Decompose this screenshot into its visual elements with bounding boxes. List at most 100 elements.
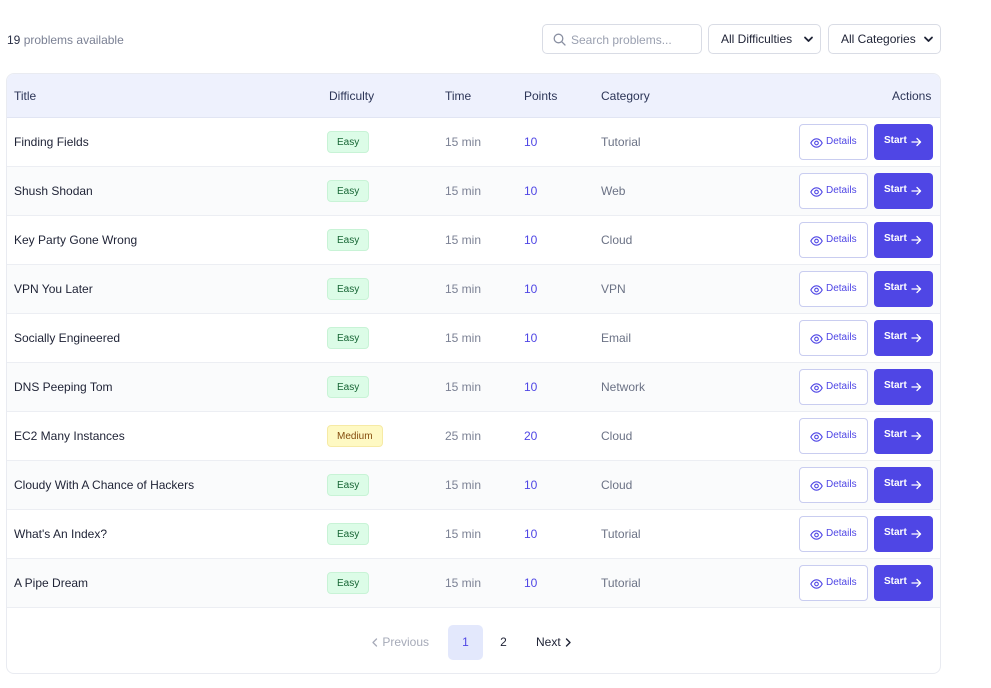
problems-table: Title Difficulty Time Points Category Ac… bbox=[6, 73, 941, 674]
difficulty-select-value: All Difficulties bbox=[721, 32, 793, 46]
details-button[interactable]: Details bbox=[799, 369, 868, 405]
details-button[interactable]: Details bbox=[799, 222, 868, 258]
eye-icon bbox=[810, 187, 823, 197]
start-label: Start bbox=[884, 331, 907, 342]
details-label: Details bbox=[826, 136, 857, 147]
details-button[interactable]: Details bbox=[799, 516, 868, 552]
details-button[interactable]: Details bbox=[799, 418, 868, 454]
eye-icon bbox=[810, 285, 823, 295]
column-header-points[interactable]: Points bbox=[524, 89, 557, 103]
problem-time: 15 min bbox=[445, 478, 482, 492]
difficulty-badge: Easy bbox=[327, 523, 370, 545]
previous-page-button[interactable]: Previous bbox=[371, 635, 429, 649]
arrow-right-icon bbox=[911, 529, 922, 539]
eye-icon bbox=[810, 138, 823, 148]
search-input[interactable] bbox=[571, 30, 697, 49]
eye-icon bbox=[810, 481, 823, 491]
table-header: Title Difficulty Time Points Category Ac… bbox=[7, 74, 940, 118]
table-row: Socially Engineered Easy 15 min 10 Email Deta… bbox=[7, 314, 940, 363]
start-button[interactable]: Start bbox=[874, 222, 933, 258]
start-button[interactable]: Start bbox=[874, 467, 933, 503]
column-header-title[interactable]: Title bbox=[14, 89, 36, 103]
search-box[interactable] bbox=[542, 24, 702, 54]
details-button[interactable]: Details bbox=[799, 467, 868, 503]
arrow-right-icon bbox=[911, 480, 922, 490]
next-page-button[interactable]: Next bbox=[536, 635, 572, 649]
previous-page-label: Previous bbox=[382, 635, 430, 649]
column-header-actions: Actions bbox=[892, 89, 932, 103]
details-label: Details bbox=[826, 430, 857, 441]
eye-icon bbox=[810, 579, 823, 589]
arrow-right-icon bbox=[911, 186, 922, 196]
problem-category: Email bbox=[601, 331, 632, 345]
details-label: Details bbox=[826, 577, 857, 588]
problem-category: Network bbox=[601, 380, 646, 394]
difficulty-badge: Easy bbox=[327, 180, 370, 202]
start-label: Start bbox=[884, 233, 907, 244]
problem-title: DNS Peeping Tom bbox=[14, 380, 113, 394]
difficulty-badge: Easy bbox=[327, 327, 370, 349]
next-page-label: Next bbox=[536, 635, 561, 649]
difficulty-badge: Easy bbox=[327, 278, 370, 300]
arrow-right-icon bbox=[911, 137, 922, 147]
problem-points: 10 bbox=[524, 527, 538, 541]
start-button[interactable]: Start bbox=[874, 320, 933, 356]
start-button[interactable]: Start bbox=[874, 124, 933, 160]
details-button[interactable]: Details bbox=[799, 173, 868, 209]
problem-points: 10 bbox=[524, 576, 538, 590]
details-label: Details bbox=[826, 234, 857, 245]
table-row: EC2 Many Instances Medium 25 min 20 Cloud Det… bbox=[7, 412, 940, 461]
start-label: Start bbox=[884, 478, 907, 489]
arrow-right-icon bbox=[911, 284, 922, 294]
search-icon bbox=[553, 33, 566, 46]
start-button[interactable]: Start bbox=[874, 516, 933, 552]
problem-time: 15 min bbox=[445, 331, 482, 345]
details-label: Details bbox=[826, 381, 857, 392]
table-row: Key Party Gone Wrong Easy 15 min 10 Cloud Det… bbox=[7, 216, 940, 265]
start-button[interactable]: Start bbox=[874, 565, 933, 601]
problem-category: Cloud bbox=[601, 478, 633, 492]
details-button[interactable]: Details bbox=[799, 124, 868, 160]
difficulty-badge: Easy bbox=[327, 229, 370, 251]
problem-time: 15 min bbox=[445, 184, 482, 198]
problem-time: 15 min bbox=[445, 233, 482, 247]
problems-count-number: 19 bbox=[7, 33, 21, 47]
arrow-right-icon bbox=[911, 578, 922, 588]
problem-title: Key Party Gone Wrong bbox=[14, 233, 138, 247]
start-button[interactable]: Start bbox=[874, 418, 933, 454]
difficulty-badge: Easy bbox=[327, 131, 370, 153]
problem-category: Cloud bbox=[601, 429, 633, 443]
start-button[interactable]: Start bbox=[874, 173, 933, 209]
column-header-category[interactable]: Category bbox=[601, 89, 650, 103]
start-label: Start bbox=[884, 527, 907, 538]
eye-icon bbox=[810, 383, 823, 393]
page-1-button[interactable]: 1 bbox=[448, 625, 483, 660]
table-row: DNS Peeping Tom Easy 15 min 10 Network Detail… bbox=[7, 363, 940, 412]
problem-time: 15 min bbox=[445, 380, 482, 394]
problem-category: Tutorial bbox=[601, 576, 641, 590]
details-button[interactable]: Details bbox=[799, 565, 868, 601]
details-button[interactable]: Details bbox=[799, 271, 868, 307]
difficulty-badge: Medium bbox=[327, 425, 383, 447]
problem-title: A Pipe Dream bbox=[14, 576, 89, 590]
problem-points: 10 bbox=[524, 184, 538, 198]
column-header-time[interactable]: Time bbox=[445, 89, 471, 103]
problem-title: Cloudy With A Chance of Hackers bbox=[14, 478, 195, 492]
chevron-down-icon bbox=[924, 36, 933, 42]
details-label: Details bbox=[826, 332, 857, 343]
start-label: Start bbox=[884, 576, 907, 587]
page-2-button[interactable]: 2 bbox=[486, 625, 521, 660]
column-header-difficulty[interactable]: Difficulty bbox=[329, 89, 374, 103]
start-button[interactable]: Start bbox=[874, 369, 933, 405]
toolbar: 19 problems available All Difficulties A… bbox=[0, 0, 991, 74]
details-button[interactable]: Details bbox=[799, 320, 868, 356]
arrow-right-icon bbox=[911, 382, 922, 392]
problem-category: Web bbox=[601, 184, 626, 198]
difficulty-select[interactable]: All Difficulties bbox=[708, 24, 821, 54]
table-row: A Pipe Dream Easy 15 min 10 Tutorial Details S… bbox=[7, 559, 940, 608]
category-select[interactable]: All Categories bbox=[828, 24, 941, 54]
table-row: Finding Fields Easy 15 min 10 Tutorial Detail… bbox=[7, 118, 940, 167]
start-button[interactable]: Start bbox=[874, 271, 933, 307]
problem-category: VPN bbox=[601, 282, 626, 296]
difficulty-badge: Easy bbox=[327, 572, 370, 594]
